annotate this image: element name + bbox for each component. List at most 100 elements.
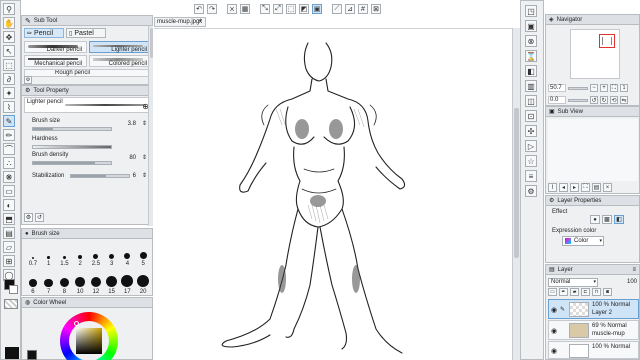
effect-tone-icon[interactable]: ▩ — [602, 215, 612, 224]
fill-selection-icon[interactable]: ▦ — [240, 4, 250, 14]
pencil-tool-icon[interactable]: ✏ — [3, 129, 15, 141]
brush-density-spinner-icon[interactable]: ⇕ — [142, 154, 147, 161]
expression-color-select[interactable]: Color ▾ — [562, 236, 604, 246]
panel-menu-icon[interactable]: ≡ — [525, 170, 537, 182]
history-icon[interactable]: ⌛ — [525, 50, 537, 62]
mask-layer-icon[interactable]: ◙ — [603, 288, 612, 296]
brush-size-preset[interactable]: 1 — [41, 241, 57, 267]
sub-view-eyedropper-icon[interactable]: ⌇ — [548, 183, 557, 192]
deselect-icon[interactable]: ⬚ — [286, 4, 296, 14]
transparent-color-swatch[interactable] — [4, 299, 18, 309]
brush-size-preset[interactable]: 12 — [88, 269, 104, 295]
sub-tool-item-mechanical-pencil[interactable]: Mechanical pencil — [24, 55, 87, 67]
brush-size-preset[interactable]: 3 — [104, 241, 120, 267]
zoom-in-icon[interactable]: + — [600, 84, 608, 92]
color-set-icon[interactable]: ▥ — [525, 80, 537, 92]
brush-tool-icon[interactable]: ⌒ — [3, 143, 15, 155]
left-panel-scrollbar[interactable] — [148, 26, 153, 226]
tool-property-reset-icon[interactable]: ↺ — [35, 213, 44, 222]
layer-row[interactable]: ◉ 69 % Normal muscle-mup — [548, 320, 639, 340]
sub-tool-item-colored-pencil[interactable]: Colored pencil — [89, 55, 152, 67]
sub-view-open-icon[interactable]: ▤ — [592, 183, 601, 192]
new-folder-icon[interactable]: ▰ — [570, 288, 579, 296]
sub-tool-settings-icon[interactable]: ⚙ — [24, 76, 32, 84]
sub-color-swatch[interactable] — [9, 285, 18, 294]
brush-size-preset[interactable]: 0.7 — [25, 241, 41, 267]
brush-size-spinner-icon[interactable]: ⇕ — [142, 120, 147, 127]
snap-icon[interactable]: ▣ — [312, 4, 322, 14]
color-square[interactable] — [76, 328, 102, 354]
visibility-eye-icon[interactable]: ◉ — [551, 327, 557, 335]
sub-view-icon[interactable]: ▣ — [525, 20, 537, 32]
wand-tool-icon[interactable]: ✦ — [3, 87, 15, 99]
foreground-color-swatch[interactable] — [5, 347, 19, 359]
sub-view-prev-icon[interactable]: ◂ — [559, 183, 568, 192]
invert-selection-icon[interactable]: ◩ — [299, 4, 309, 14]
stabilization-slider[interactable] — [70, 174, 130, 178]
quick-access-icon[interactable]: ☆ — [525, 155, 537, 167]
document-tab-close-icon[interactable]: × — [198, 17, 203, 26]
frame-tool-icon[interactable]: ⊞ — [3, 255, 15, 267]
navigator-zoom-slider[interactable] — [568, 86, 588, 90]
color-wheel[interactable] — [60, 312, 118, 360]
effect-border-icon[interactable]: ● — [590, 215, 600, 224]
redo-icon[interactable]: ↷ — [207, 4, 217, 14]
brush-size-preset[interactable]: 2.5 — [88, 241, 104, 267]
new-vector-layer-icon[interactable]: ✒ — [559, 288, 568, 296]
blend-tool-icon[interactable]: ◐ — [3, 199, 15, 211]
navigator-zoom-value[interactable]: 50.7 — [548, 84, 566, 92]
new-raster-layer-icon[interactable]: ▭ — [548, 288, 557, 296]
lock-layer-icon[interactable]: ⊓ — [592, 288, 601, 296]
sub-tool-item-lighter-pencil[interactable]: Lighter pencil — [89, 41, 152, 53]
layer-row[interactable]: ◉ ✎ 100 % Normal Layer 2 — [548, 299, 639, 319]
color-picker-marker[interactable] — [74, 321, 79, 326]
operation-tool-icon[interactable]: ↖ — [3, 45, 15, 57]
transform-icon[interactable]: ⤡ — [260, 4, 270, 14]
layer-row[interactable]: ◉ 100 % Normal — [548, 341, 639, 359]
navigator-rotation-value[interactable]: 0.0 — [548, 96, 566, 104]
rotate-right-icon[interactable]: ↻ — [600, 96, 608, 104]
clip-layer-icon[interactable]: ⊏ — [581, 288, 590, 296]
material-icon[interactable]: ◳ — [525, 5, 537, 17]
layer-opacity-value[interactable]: 100 — [627, 279, 637, 285]
rotate-left-icon[interactable]: ↺ — [590, 96, 598, 104]
clear-icon[interactable]: ⨯ — [227, 4, 237, 14]
airbrush-tool-icon[interactable]: ∴ — [3, 157, 15, 169]
gradient-tool-icon[interactable]: ▤ — [3, 227, 15, 239]
actual-size-icon[interactable]: 1 — [620, 84, 628, 92]
visibility-eye-icon[interactable]: ◉ — [551, 306, 557, 314]
fill-tool-icon[interactable]: ⬒ — [3, 213, 15, 225]
figure-tool-icon[interactable]: ▱ — [3, 241, 15, 253]
brush-size-preset[interactable]: 5 — [135, 241, 151, 267]
brush-size-slider[interactable] — [32, 127, 112, 131]
zoom-out-icon[interactable]: − — [590, 84, 598, 92]
brush-size-preset[interactable]: 2 — [72, 241, 88, 267]
special-ruler-icon[interactable]: ⊿ — [345, 4, 355, 14]
reset-rotation-icon[interactable]: ⟲ — [610, 96, 618, 104]
layer-panel-menu-icon[interactable]: ≡ — [632, 267, 636, 273]
stabilization-spinner-icon[interactable]: ⇕ — [142, 172, 147, 179]
lasso-tool-icon[interactable]: ∂ — [3, 73, 15, 85]
navigator-rotation-slider[interactable] — [568, 98, 588, 102]
grid-snap-icon[interactable]: # — [358, 4, 368, 14]
item-bank-icon[interactable]: ✣ — [525, 125, 537, 137]
fit-view-icon[interactable]: ⛶ — [610, 84, 618, 92]
approx-color-icon[interactable]: ⊡ — [525, 110, 537, 122]
decoration-tool-icon[interactable]: ❋ — [3, 171, 15, 183]
tool-property-settings-icon[interactable]: ⚙ — [24, 213, 33, 222]
eraser-tool-icon[interactable]: ▭ — [3, 185, 15, 197]
sub-view-fit-icon[interactable]: ⛶ — [581, 183, 590, 192]
move-tool-icon[interactable]: ✥ — [3, 31, 15, 43]
panel-settings-icon[interactable]: ⚙ — [525, 185, 537, 197]
navigator-preview[interactable] — [570, 29, 620, 79]
sub-view-next-icon[interactable]: ▸ — [570, 183, 579, 192]
hardness-slider[interactable] — [32, 145, 112, 149]
sub-view-area[interactable] — [548, 119, 638, 181]
eyedropper-tool-icon[interactable]: ⌇ — [3, 101, 15, 113]
brush-size-preset[interactable]: 7 — [41, 269, 57, 295]
canvas-scrollbar[interactable] — [512, 28, 520, 360]
layer-search-icon[interactable]: ⊗ — [525, 35, 537, 47]
color-history-icon[interactable]: ◧ — [525, 65, 537, 77]
canvas-area[interactable] — [154, 28, 514, 360]
brush-size-preset[interactable]: 6 — [25, 269, 41, 295]
